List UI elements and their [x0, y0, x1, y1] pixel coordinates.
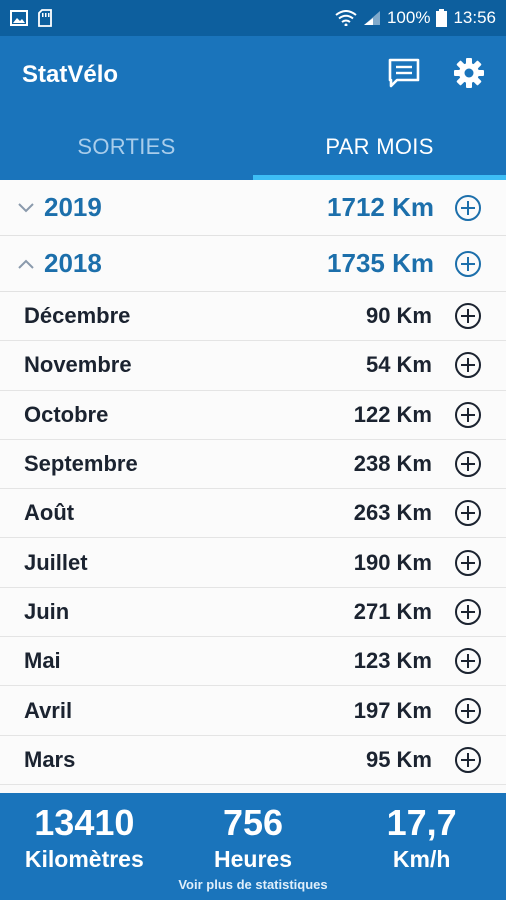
- signal-icon: [363, 10, 381, 26]
- add-circle-icon[interactable]: [454, 647, 482, 675]
- month-row[interactable]: Avril 197 Km: [0, 686, 506, 736]
- gear-icon[interactable]: [454, 57, 484, 93]
- add-circle-icon[interactable]: [454, 746, 482, 774]
- year-row-2019[interactable]: 2019 1712 Km: [0, 180, 506, 236]
- month-label: Octobre: [24, 401, 109, 427]
- month-distance: 122 Km: [353, 401, 432, 427]
- add-circle-icon[interactable]: [454, 598, 482, 626]
- month-distance: 271 Km: [353, 598, 432, 624]
- month-label: Août: [24, 500, 75, 526]
- stat-heures: 756 Heures: [169, 793, 338, 879]
- image-icon: [10, 10, 28, 26]
- add-circle-icon[interactable]: [454, 250, 482, 278]
- chat-icon[interactable]: [388, 58, 420, 93]
- stat-value: 756: [222, 802, 284, 843]
- status-bar: 100% 13:56: [0, 0, 506, 36]
- chevron-up-icon: [18, 259, 44, 269]
- year-label: 2019: [44, 192, 102, 222]
- month-label: Avril: [24, 697, 73, 723]
- tab-par-mois[interactable]: PAR MOIS: [253, 114, 506, 180]
- month-label: Mai: [24, 648, 61, 674]
- more-stats-link[interactable]: Voir plus de statistiques: [0, 877, 506, 892]
- stat-label: Km/h: [392, 846, 451, 872]
- month-label: Novembre: [24, 352, 132, 378]
- month-label: Juin: [24, 598, 70, 624]
- battery-percent: 100%: [386, 8, 431, 27]
- month-distance: 238 Km: [353, 451, 432, 477]
- sd-card-icon: [38, 9, 52, 27]
- stat-kilometres: 13410 Kilomètres: [0, 793, 169, 879]
- month-label: Mars: [24, 746, 76, 772]
- chevron-down-icon: [18, 202, 44, 213]
- tab-sorties[interactable]: SORTIES: [0, 114, 253, 180]
- stats-footer[interactable]: 13410 Kilomètres 756 Heures 17,7 Km/h Vo…: [0, 793, 506, 900]
- month-row[interactable]: Octobre 122 Km: [0, 390, 506, 440]
- month-distance: 190 Km: [353, 549, 432, 575]
- month-row[interactable]: Décembre 90 Km: [0, 292, 506, 342]
- add-circle-icon[interactable]: [454, 499, 482, 527]
- month-row[interactable]: Septembre 238 Km: [0, 439, 506, 490]
- month-row[interactable]: Août 263 Km: [0, 489, 506, 539]
- tab-bar: SORTIES PAR MOIS: [0, 114, 506, 180]
- add-circle-icon[interactable]: [454, 302, 482, 330]
- month-row[interactable]: Juin 271 Km: [0, 587, 506, 638]
- stat-label: Heures: [214, 846, 292, 872]
- year-label: 2018: [44, 248, 102, 278]
- month-row[interactable]: Mars 95 Km: [0, 735, 506, 785]
- month-row[interactable]: Juillet 190 Km: [0, 538, 506, 588]
- month-label: Décembre: [24, 303, 131, 329]
- add-circle-icon[interactable]: [454, 549, 482, 577]
- battery-icon: [436, 9, 448, 27]
- month-label: Septembre: [24, 451, 138, 477]
- month-distance: 95 Km: [365, 746, 432, 772]
- month-row[interactable]: Novembre 54 Km: [0, 341, 506, 391]
- stat-value: 13410: [34, 802, 135, 843]
- monthly-list: 2019 1712 Km 2018 1735 Km Décembre 90 Km N…: [0, 180, 506, 793]
- month-distance: 197 Km: [353, 697, 432, 723]
- year-distance: 1735 Km: [327, 248, 434, 278]
- app-bar: StatVélo: [0, 36, 506, 114]
- add-circle-icon[interactable]: [454, 697, 482, 725]
- stat-vitesse: 17,7 Km/h: [337, 793, 506, 879]
- month-distance: 123 Km: [353, 648, 432, 674]
- add-circle-icon[interactable]: [454, 351, 482, 379]
- wifi-icon: [335, 10, 357, 26]
- month-label: Juillet: [24, 549, 88, 575]
- clock: 13:56: [453, 8, 496, 27]
- month-distance: 90 Km: [365, 303, 432, 329]
- stat-value: 17,7: [386, 802, 457, 843]
- year-distance: 1712 Km: [327, 192, 434, 222]
- add-circle-icon[interactable]: [454, 194, 482, 222]
- month-distance: 263 Km: [353, 500, 432, 526]
- year-row-2018[interactable]: 2018 1735 Km: [0, 236, 506, 292]
- add-circle-icon[interactable]: [454, 401, 482, 429]
- month-distance: 54 Km: [365, 352, 432, 378]
- stat-label: Kilomètres: [24, 846, 144, 872]
- add-circle-icon[interactable]: [454, 450, 482, 478]
- app-title: StatVélo: [22, 61, 119, 88]
- month-row[interactable]: Mai 123 Km: [0, 637, 506, 687]
